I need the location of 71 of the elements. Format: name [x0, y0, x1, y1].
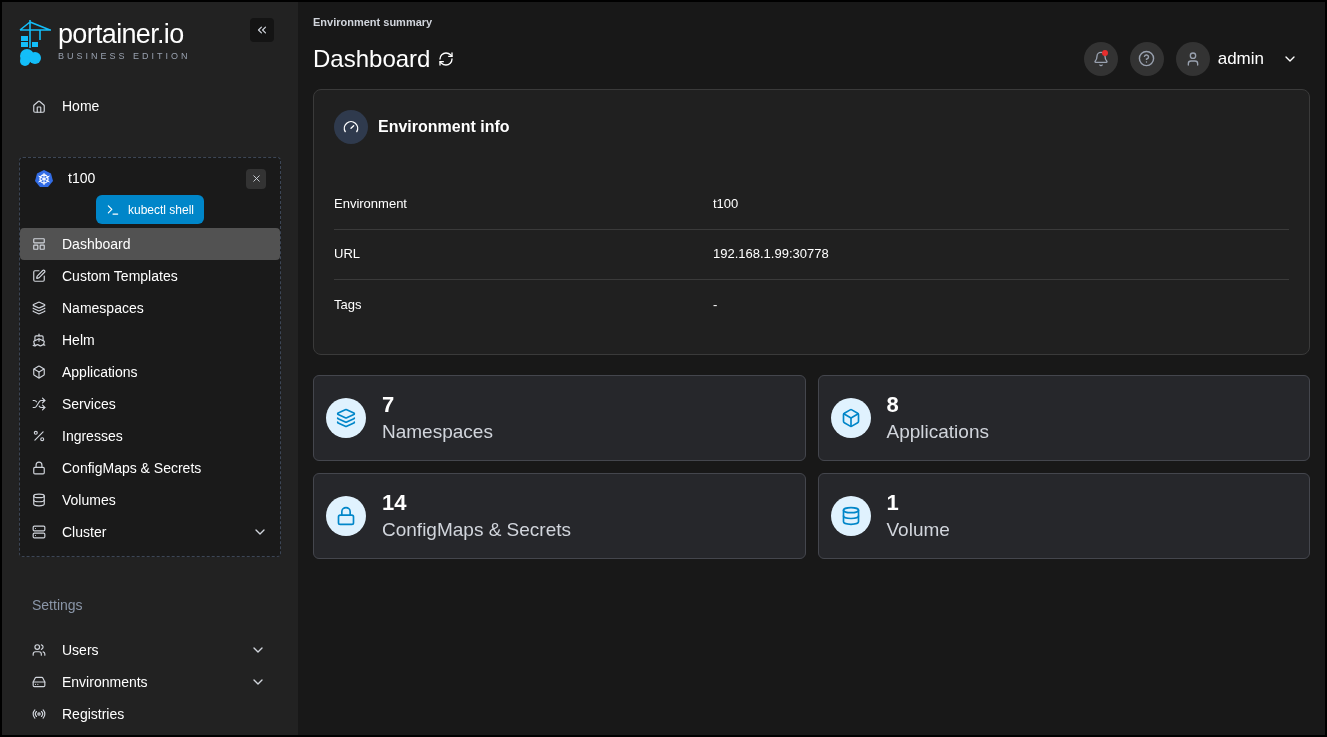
- nav-link[interactable]: Cluster: [20, 516, 280, 548]
- kubernetes-icon: [34, 168, 54, 189]
- server-icon: [32, 525, 46, 539]
- nav-link[interactable]: Home: [32, 96, 298, 117]
- refresh-icon[interactable]: [438, 50, 455, 67]
- stat-card[interactable]: 1 Volume: [817, 472, 1310, 559]
- stat-count: 1: [886, 488, 900, 517]
- stat-card[interactable]: 8 Applications: [817, 374, 1310, 461]
- double-chevron-left-icon: [255, 23, 269, 37]
- database-icon: [830, 495, 871, 536]
- environment-name: t100: [68, 169, 96, 188]
- lock-icon: [32, 461, 46, 475]
- stat-card[interactable]: 7 Namespaces: [313, 374, 806, 461]
- stat-label: ConfigMaps & Secrets: [382, 517, 572, 542]
- nav-link[interactable]: Users: [32, 634, 266, 666]
- nav-link[interactable]: Ingresses: [20, 420, 280, 452]
- layers-icon: [326, 397, 366, 438]
- crane-logo-icon: [18, 18, 52, 66]
- stat-count: 8: [886, 390, 900, 419]
- help-button[interactable]: [1129, 41, 1164, 76]
- page-title: Dashboard: [313, 43, 431, 74]
- nav-link[interactable]: Volumes: [20, 484, 280, 516]
- info-label: Environment: [334, 195, 408, 214]
- info-label: URL: [334, 245, 361, 264]
- percent-icon: [32, 429, 46, 443]
- cube-icon: [830, 397, 871, 438]
- info-value: t100: [713, 195, 740, 214]
- nav-link[interactable]: ConfigMaps & Secrets: [20, 452, 280, 484]
- gauge-icon: [334, 109, 368, 144]
- section-heading: Settings: [32, 596, 84, 615]
- kubectl-shell-button[interactable]: kubectl shell: [95, 195, 204, 224]
- user-menu-button[interactable]: admin: [1175, 41, 1298, 76]
- nav-link[interactable]: Registries: [32, 698, 266, 730]
- breadcrumb: Environment summary: [313, 15, 434, 30]
- stat-label: Volume: [886, 517, 950, 542]
- layout-icon: [32, 237, 46, 251]
- close-icon: [250, 173, 262, 184]
- info-value: 192.168.1.99:30778: [713, 245, 830, 264]
- notifications-button[interactable]: [1083, 41, 1118, 76]
- nav-link[interactable]: Dashboard: [20, 228, 280, 260]
- info-label: Tags: [334, 295, 363, 314]
- collapse-sidebar-button[interactable]: [250, 18, 274, 42]
- brand-name: portainer.io: [58, 18, 185, 50]
- nav-link[interactable]: Helm: [20, 324, 280, 356]
- cube-icon: [32, 365, 46, 379]
- info-value: -: [713, 295, 719, 314]
- edit-icon: [32, 269, 46, 283]
- stat-count: 14: [382, 488, 408, 517]
- bell-icon: [1092, 50, 1109, 67]
- shuffle-icon: [32, 397, 46, 411]
- home-icon: [32, 99, 46, 114]
- stat-card[interactable]: 14 ConfigMaps & Secrets: [313, 472, 806, 559]
- card-title: Environment info: [378, 116, 510, 137]
- nav-link[interactable]: Services: [20, 388, 280, 420]
- nav-link[interactable]: Environments: [32, 666, 266, 698]
- database-icon: [32, 493, 46, 507]
- layers-icon: [32, 301, 46, 315]
- stat-label: Applications: [886, 419, 989, 444]
- drive-icon: [32, 675, 46, 689]
- nav-link[interactable]: Applications: [20, 356, 280, 388]
- brand-edition: BUSINESS EDITION: [58, 50, 191, 63]
- users-icon: [32, 643, 46, 657]
- stat-label: Namespaces: [382, 419, 493, 444]
- close-button[interactable]: [246, 168, 266, 189]
- lock-icon: [326, 495, 366, 536]
- terminal-icon: [105, 202, 120, 217]
- help-icon: [1138, 50, 1156, 67]
- broadcast-icon: [32, 707, 46, 721]
- nav-link[interactable]: Namespaces: [20, 292, 280, 324]
- stat-count: 7: [382, 390, 396, 419]
- nav-link[interactable]: Custom Templates: [20, 260, 280, 292]
